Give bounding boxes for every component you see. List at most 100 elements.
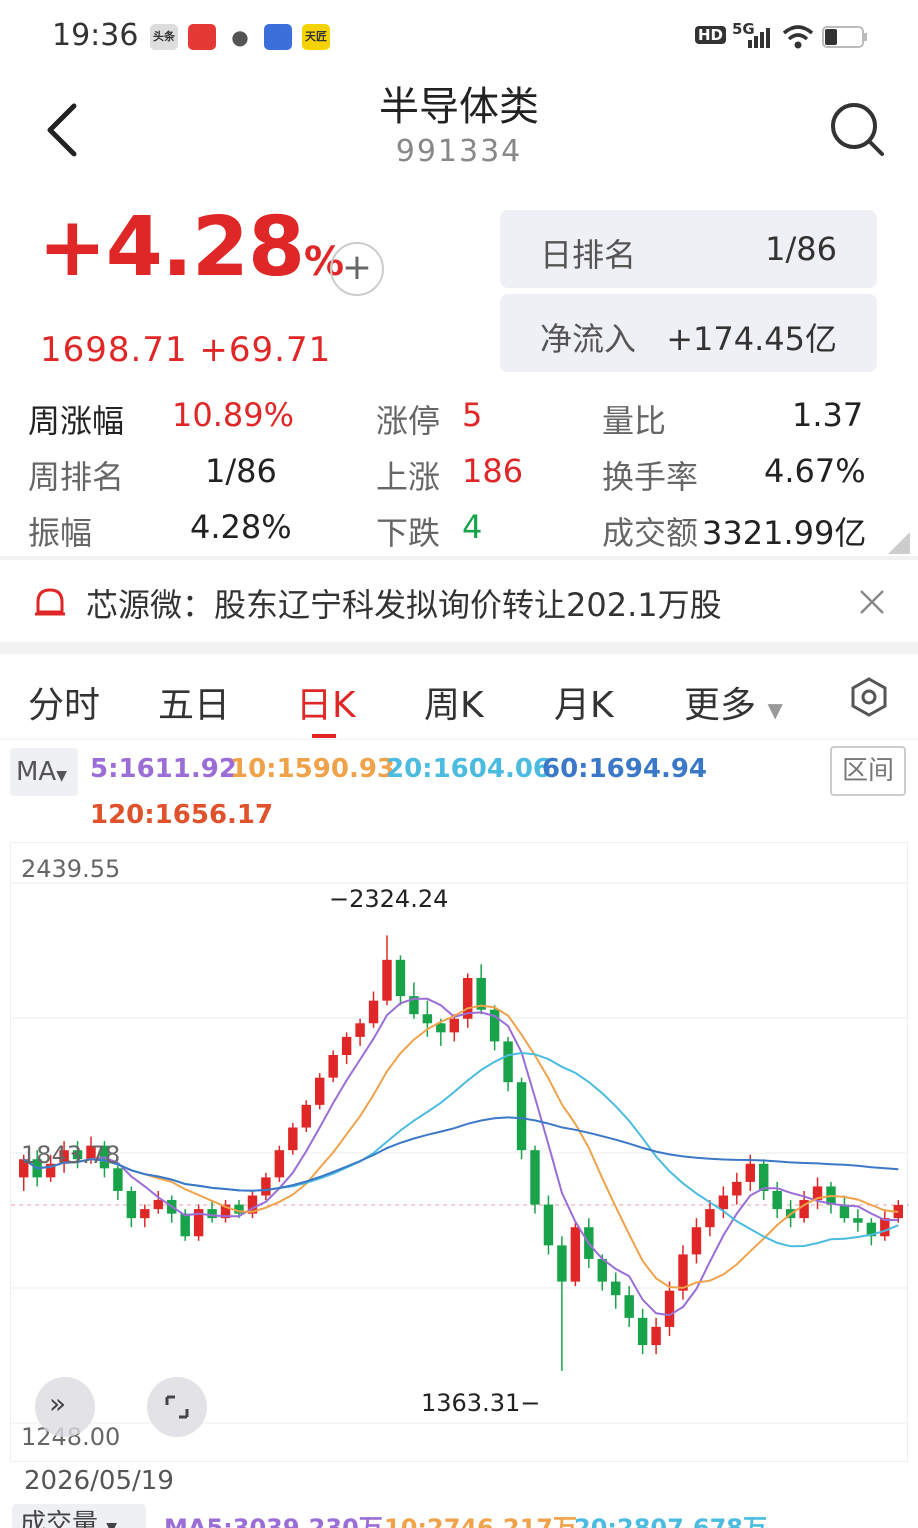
candle (866, 1218, 877, 1246)
candle (826, 1181, 836, 1214)
turnover-value: 4.67% (764, 452, 866, 490)
amplitude-value: 4.28% (190, 508, 292, 546)
candle (503, 1036, 513, 1092)
candle (530, 1145, 540, 1214)
candle (570, 1222, 581, 1287)
candle (341, 1032, 352, 1065)
candle (651, 1317, 661, 1355)
limit-up-value: 5 (462, 396, 483, 434)
candle (261, 1172, 271, 1201)
volume-ratio-value: 1.37 (792, 396, 864, 434)
candle (880, 1209, 890, 1241)
candle (247, 1190, 258, 1219)
candle (193, 1204, 204, 1241)
vol-ma5-value: MA5:3039.230万 (164, 1514, 383, 1528)
amount-value: 3321.99亿 (702, 514, 867, 552)
hd-icon: HD (695, 26, 727, 44)
week-rank-value: 1/86 (205, 452, 277, 490)
candle (140, 1204, 150, 1228)
candle (288, 1122, 298, 1155)
down-count-value: 4 (462, 508, 483, 546)
y-mid-label: 1843.78 (21, 1141, 121, 1169)
chart-date: 2026/05/19 (24, 1466, 174, 1496)
add-watchlist-button[interactable]: + (330, 242, 384, 296)
settings-icon[interactable] (848, 676, 890, 718)
ma-selector-button[interactable]: MA▼ (10, 748, 78, 796)
low-price-label: 1363.31− (421, 1389, 541, 1417)
search-icon[interactable] (826, 98, 888, 160)
price-change: +69.71 (199, 330, 332, 370)
turnover-label: 换手率 (602, 458, 699, 496)
candle (355, 1018, 365, 1046)
week-rank-label: 周排名 (28, 458, 125, 496)
fullscreen-icon (165, 1395, 189, 1419)
kline-chart[interactable]: 2439.55 1843.78 1248.00 −2324.24 1363.31… (10, 842, 909, 1462)
day-rank-box[interactable]: 日排名 1/86 (500, 210, 877, 288)
ma20-line (23, 1051, 899, 1248)
candle (489, 1005, 500, 1051)
candle (543, 1195, 554, 1255)
vol-ma20-value: 20:2807.678万 (574, 1514, 768, 1528)
net-inflow-box[interactable]: 净流入 +174.45亿 (500, 294, 877, 372)
volume-selector-button[interactable]: 成交量 ▼ (12, 1504, 146, 1528)
candle (274, 1145, 285, 1182)
candle (315, 1073, 325, 1110)
expand-chart-button[interactable]: » (35, 1377, 95, 1437)
tab-intraday[interactable]: 分时 (28, 676, 100, 728)
candle (382, 935, 392, 1006)
price-line: 1698.71 +69.71 (40, 330, 331, 370)
limit-up-label: 涨停 (376, 402, 441, 440)
up-count-value: 186 (462, 452, 524, 490)
candle (220, 1200, 231, 1223)
candle (839, 1195, 850, 1223)
candle (678, 1245, 688, 1300)
tab-monthly-k[interactable]: 月K (554, 676, 614, 728)
active-tab-indicator (312, 734, 336, 738)
toutiao-app-icon: 头条 (150, 24, 178, 50)
vol-ma10-value: 10:2746.217万 (384, 1514, 578, 1528)
candle (664, 1281, 675, 1336)
ma60-value: 60:1694.94 (542, 754, 708, 784)
ma5-value: 5:1611.92 (90, 754, 237, 784)
candle (624, 1286, 634, 1327)
chevron-down-icon: ▼ (767, 698, 783, 722)
app-icon-red (188, 24, 216, 50)
candle (557, 1236, 567, 1371)
fullscreen-button[interactable] (147, 1377, 207, 1437)
candle (732, 1172, 742, 1205)
high-price-label: −2324.24 (329, 885, 449, 913)
page-header: 半导体类 991334 (0, 72, 918, 192)
sector-code: 991334 (395, 134, 523, 169)
ma10-value: 10:1590.93 (230, 754, 396, 784)
double-chevron-icon: » (49, 1387, 67, 1420)
news-text: 芯源微：股东辽宁科发拟询价转让202.1万股 (86, 586, 722, 624)
tab-more[interactable]: 更多 ▼ (684, 676, 783, 728)
candle (463, 973, 473, 1028)
tab-daily-k[interactable]: 日K (296, 676, 356, 728)
candle (691, 1218, 702, 1264)
status-bar: 19:36 头条 ● 天匠 HD 5G (0, 0, 918, 72)
candle (611, 1272, 621, 1309)
close-icon[interactable] (858, 588, 886, 616)
range-button[interactable]: 区间 (830, 746, 906, 796)
amplitude-label: 振幅 (28, 514, 93, 552)
week-change-label: 周涨幅 (28, 402, 125, 440)
candle (368, 991, 379, 1028)
news-banner[interactable]: 芯源微：股东辽宁科发拟询价转让202.1万股 (0, 560, 918, 642)
candle (812, 1177, 823, 1210)
current-price: 1698.71 (40, 330, 188, 370)
battery-icon (822, 26, 867, 48)
kline-svg (11, 882, 909, 1424)
volume-ratio-label: 量比 (602, 402, 667, 440)
ma10-line (23, 1004, 899, 1289)
expand-corner-icon[interactable] (888, 532, 910, 554)
candle (328, 1050, 338, 1083)
alert-bell-icon (35, 588, 65, 616)
candle (759, 1159, 769, 1201)
ma20-value: 20:1604.06 (386, 754, 552, 784)
status-time: 19:36 (52, 18, 139, 53)
tab-five-day[interactable]: 五日 (158, 676, 230, 728)
amount-label: 成交额 (602, 514, 699, 552)
wifi-icon (782, 25, 814, 49)
tab-weekly-k[interactable]: 周K (424, 676, 484, 728)
